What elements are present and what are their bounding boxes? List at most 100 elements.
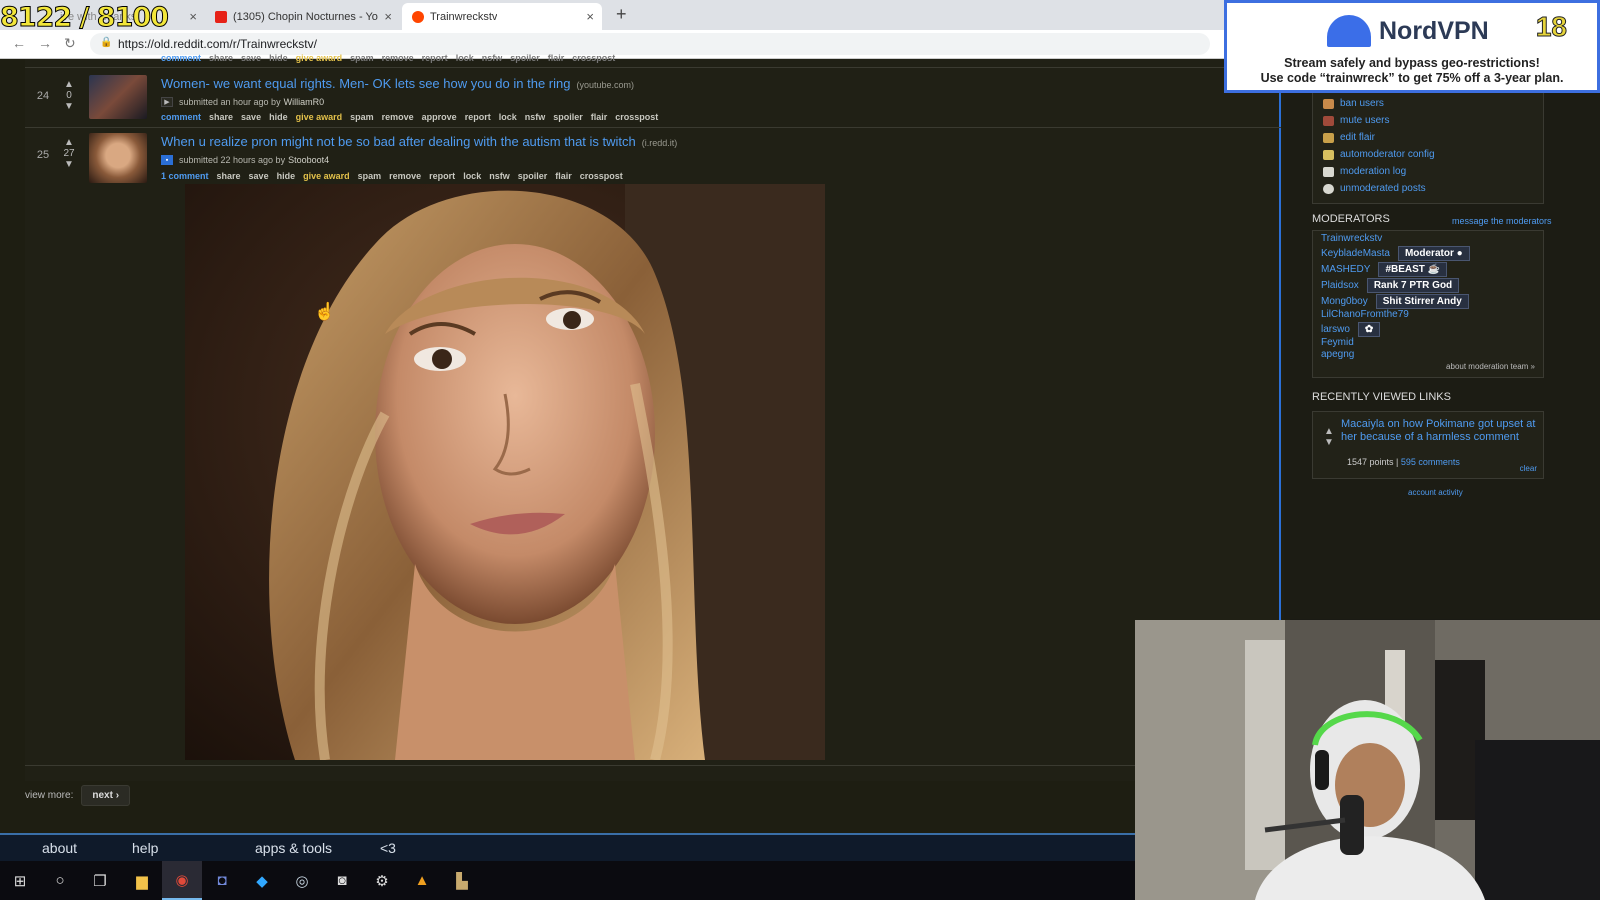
tab-trainwreckstv[interactable]: Trainwreckstv × [402,3,602,30]
report-button[interactable]: report [429,171,455,181]
give-award-button[interactable]: give award [296,112,343,122]
post-title-link[interactable]: Women- we want equal rights. Men- OK let… [161,76,634,91]
mod-tool-item[interactable]: mute users [1323,115,1389,126]
footer-heart-link[interactable]: <3 [380,840,396,856]
mod-tool-label[interactable]: moderation log [1340,166,1406,177]
recent-link-title[interactable]: Macaiyla on how Pokimane got upset at he… [1341,418,1537,444]
moderator-name[interactable]: Trainwreckstv [1321,233,1382,244]
upvote-icon[interactable]: ▲ [61,137,77,148]
next-page-button[interactable]: next › [81,785,131,806]
post-title[interactable]: When u realize pron might not be so bad … [161,134,636,149]
reload-icon[interactable]: ↻ [64,35,76,52]
post-title[interactable]: Women- we want equal rights. Men- OK let… [161,76,570,91]
settings-gear-icon[interactable]: ⚙ [362,861,402,900]
about-moderation-team-link[interactable]: about moderation team » [1446,362,1535,371]
comments-link[interactable]: 1 comment [161,171,209,181]
close-icon[interactable]: × [384,9,392,24]
back-icon[interactable]: ← [12,35,26,51]
moderator-name[interactable]: Mong0boy [1321,296,1368,307]
mod-tool-label[interactable]: ban users [1340,98,1384,109]
windows-start-icon[interactable]: ⊞ [0,861,40,900]
crosspost-button[interactable]: crosspost [615,112,658,122]
moderator-name[interactable]: Plaidsox [1321,280,1359,291]
moderator-name[interactable]: KeybladeMasta [1321,248,1390,259]
app-icon[interactable]: ▲ [402,861,442,900]
post-title-link[interactable]: When u realize pron might not be so bad … [161,134,677,149]
close-icon[interactable]: × [586,9,594,24]
comments-link[interactable]: comment [161,112,201,122]
discord-icon[interactable]: ◘ [202,861,242,900]
league-of-legends-icon[interactable]: ▙ [442,861,482,900]
post-thumbnail[interactable] [89,75,147,119]
chrome-icon[interactable]: ◉ [162,861,202,900]
expanded-post-image[interactable] [185,184,825,760]
lock-button[interactable]: lock [463,171,481,181]
report-button[interactable]: report [465,112,491,122]
post-domain[interactable]: (i.redd.it) [642,138,678,148]
spam-button[interactable]: spam [350,112,374,122]
close-icon[interactable]: × [189,9,197,24]
mod-tool-item[interactable]: unmoderated posts [1323,183,1426,194]
hide-button[interactable]: hide [269,112,288,122]
mod-tool-item[interactable]: ban users [1323,98,1384,109]
author-link[interactable]: Stooboot4 [288,155,329,165]
mod-tool-item[interactable]: moderation log [1323,166,1406,177]
lock-button[interactable]: lock [499,112,517,122]
new-tab-icon[interactable]: + [616,4,627,25]
downvote-icon[interactable]: ▼ [61,101,77,112]
footer-apps-link[interactable]: apps & tools [255,840,332,856]
spam-button[interactable]: spam [358,171,382,181]
mod-tool-label[interactable]: edit flair [1340,132,1375,143]
clear-recent-link[interactable]: clear [1520,464,1537,473]
spoiler-button[interactable]: spoiler [553,112,583,122]
mod-tool-label[interactable]: mute users [1340,115,1389,126]
remove-button[interactable]: remove [389,171,421,181]
post-thumbnail[interactable] [89,133,147,183]
downvote-icon[interactable]: ▼ [1321,437,1337,448]
save-button[interactable]: save [249,171,269,181]
file-explorer-icon[interactable]: ▆ [122,861,162,900]
tab-youtube[interactable]: (1305) Chopin Nocturnes - YouTu × [205,3,400,30]
mod-tool-item[interactable]: automoderator config [1323,149,1435,160]
recent-comments-link[interactable]: 595 comments [1401,457,1460,467]
share-button[interactable]: share [217,171,241,181]
crosspost-button[interactable]: crosspost [580,171,623,181]
search-icon[interactable]: ○ [40,861,80,900]
downvote-icon[interactable]: ▼ [61,159,77,170]
save-button[interactable]: save [241,112,261,122]
moderator-name[interactable]: Feymid [1321,337,1354,348]
post-domain[interactable]: (youtube.com) [576,80,634,90]
moderator-name[interactable]: apegng [1321,349,1354,360]
mod-tool-label[interactable]: automoderator config [1340,149,1435,160]
expand-image-icon[interactable]: ▪ [161,155,173,165]
hide-button[interactable]: hide [277,171,296,181]
address-bar[interactable]: 🔒 https://old.reddit.com/r/Trainwreckstv… [90,33,1210,55]
message-moderators-link[interactable]: message the moderators [1452,216,1552,226]
moderator-name[interactable]: larswo [1321,324,1350,335]
flair-button[interactable]: flair [555,171,572,181]
forward-icon[interactable]: → [38,35,52,51]
approve-button[interactable]: approve [422,112,457,122]
footer-about-link[interactable]: about [42,840,77,856]
flair-button[interactable]: flair [591,112,608,122]
mod-tool-item[interactable]: edit flair [1323,132,1375,143]
nsfw-button[interactable]: nsfw [525,112,546,122]
obs-icon[interactable]: ◙ [322,861,362,900]
upvote-icon[interactable]: ▲ [61,79,77,90]
steam-icon[interactable]: ◎ [282,861,322,900]
moderator-name[interactable]: LilChanoFromthe79 [1321,309,1409,320]
footer-help-link[interactable]: help [132,840,158,856]
task-view-icon[interactable]: ❐ [80,861,120,900]
author-link[interactable]: WilliamR0 [284,97,325,107]
give-award-button[interactable]: give award [303,171,350,181]
spoiler-button[interactable]: spoiler [518,171,548,181]
remove-button[interactable]: remove [382,112,414,122]
upvote-icon[interactable]: ▲ [1321,426,1337,437]
expand-video-icon[interactable]: ▶ [161,97,173,107]
account-activity-link[interactable]: account activity [1408,488,1463,497]
mod-tool-label[interactable]: unmoderated posts [1340,183,1426,194]
nsfw-button[interactable]: nsfw [489,171,510,181]
photoshop-icon[interactable]: ◆ [242,861,282,900]
moderator-name[interactable]: MASHEDY [1321,264,1370,275]
share-button[interactable]: share [209,112,233,122]
